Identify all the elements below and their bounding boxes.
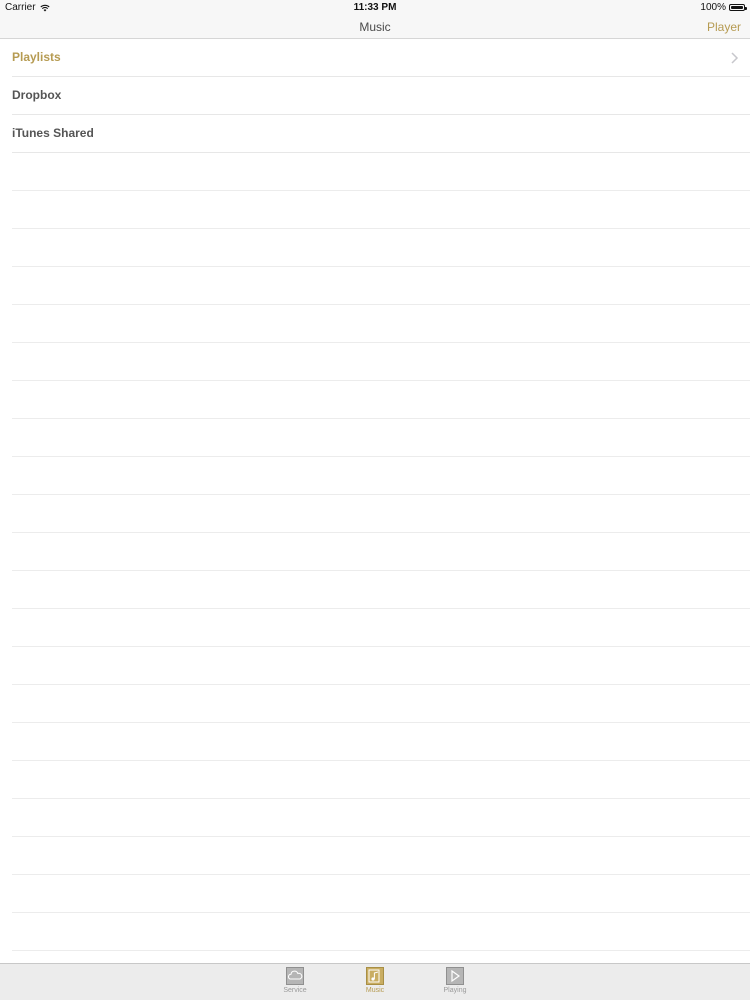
tab-playing[interactable]: Playing	[430, 967, 480, 994]
battery-fill	[731, 6, 743, 9]
tab-service[interactable]: Service	[270, 967, 320, 994]
empty-table-row	[12, 875, 750, 913]
player-button[interactable]: Player	[707, 20, 741, 34]
empty-table-row	[12, 191, 750, 229]
battery-icon	[729, 4, 747, 11]
status-time: 11:33 PM	[353, 2, 397, 13]
empty-table-row	[12, 799, 750, 837]
empty-table-row	[12, 913, 750, 951]
empty-table-row	[12, 571, 750, 609]
empty-table-row	[12, 381, 750, 419]
empty-table-row	[12, 229, 750, 267]
battery-percent: 100%	[700, 2, 726, 13]
play-icon	[446, 967, 464, 985]
empty-table-row	[12, 609, 750, 647]
tab-label: Playing	[443, 987, 467, 994]
list-item-label: Playlists	[12, 50, 61, 64]
empty-table-row	[12, 685, 750, 723]
empty-table-row	[12, 837, 750, 875]
empty-table-row	[12, 153, 750, 191]
screen: Carrier 11:33 PM 100% Music Player Playl…	[0, 0, 750, 1000]
empty-table-row	[12, 495, 750, 533]
tab-label: Service	[283, 987, 307, 994]
status-bar: Carrier 11:33 PM 100%	[0, 0, 750, 15]
music-file-icon	[366, 967, 384, 985]
empty-table-row	[12, 533, 750, 571]
list-item-itunes-shared[interactable]: iTunes Shared	[12, 115, 750, 153]
empty-table-row	[12, 723, 750, 761]
status-right: 100%	[700, 2, 747, 13]
navigation-bar: Music Player	[0, 15, 750, 39]
empty-table-row	[12, 761, 750, 799]
empty-table-row	[12, 343, 750, 381]
tab-music[interactable]: Music	[350, 967, 400, 994]
list-item-label: Dropbox	[12, 88, 62, 102]
empty-table-row	[12, 267, 750, 305]
list-item-dropbox[interactable]: Dropbox	[12, 77, 750, 115]
page-title: Music	[359, 20, 391, 34]
empty-table-row	[12, 457, 750, 495]
music-source-list: Playlists Dropbox iTunes Shared	[0, 39, 750, 963]
tab-label: Music	[365, 987, 385, 994]
empty-table-row	[12, 305, 750, 343]
chevron-right-icon	[731, 52, 739, 64]
cloud-icon	[286, 967, 304, 985]
empty-rows	[0, 153, 750, 951]
empty-table-row	[12, 419, 750, 457]
tab-bar: Service Music Playing	[0, 963, 750, 1000]
empty-table-row	[12, 647, 750, 685]
list-item-playlists[interactable]: Playlists	[12, 39, 750, 77]
list-item-label: iTunes Shared	[12, 126, 94, 140]
